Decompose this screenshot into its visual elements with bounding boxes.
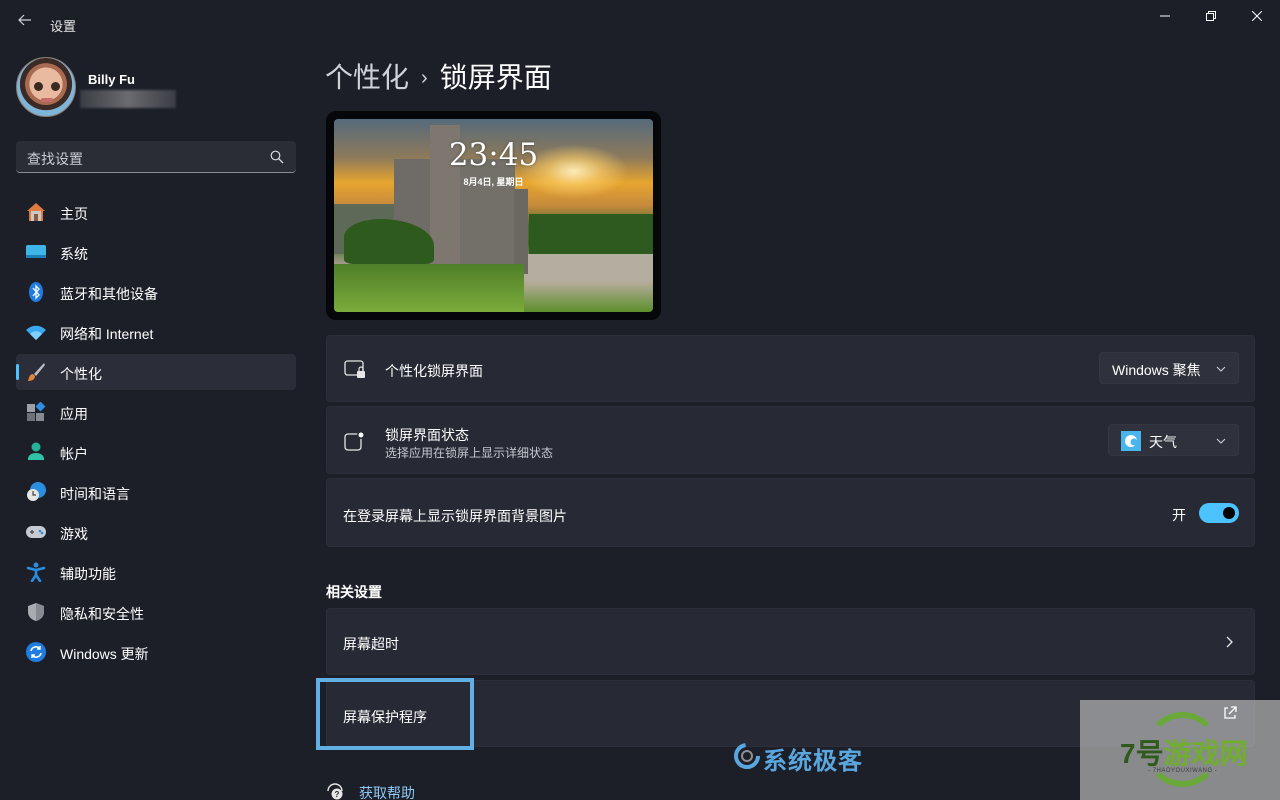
sidebar-nav: 主页 系统 蓝牙和其他设备 网络和 Internet 个性化 应用 帐户 时间和… [16,194,296,674]
lockscreen-icon [344,360,365,378]
breadcrumb-separator: › [421,67,428,89]
toggle-knob [1223,507,1235,519]
personalize-lockscreen-row: 个性化锁屏界面 Windows 聚焦 [326,335,1255,402]
help-icon: ? [327,783,343,800]
signin-background-toggle[interactable] [1199,503,1239,523]
apps-icon [27,402,46,421]
external-link-icon[interactable] [1222,705,1238,721]
preview-time: 23:45 [448,137,539,173]
screen-saver-label: 屏幕保护程序 [343,709,427,725]
chevron-down-icon [1216,366,1226,372]
system-display-icon [26,245,46,258]
breadcrumb-parent[interactable]: 个性化 [325,62,409,93]
toggle-state-label: 开 [1172,507,1186,523]
page-title: 锁屏界面 [439,62,552,93]
get-help-label: 获取帮助 [359,785,415,800]
lockscreen-status-dropdown[interactable]: 天气 [1108,424,1239,456]
sidebar-item-personalization[interactable]: 个性化 [16,354,296,390]
avatar [16,57,76,117]
sidebar-item-apps[interactable]: 应用 [16,394,296,430]
sidebar-item-home[interactable]: 主页 [16,194,296,230]
sidebar-item-privacy[interactable]: 隐私和安全性 [16,594,296,630]
windows-update-icon [26,642,46,662]
dropdown-value: Windows 聚焦 [1112,362,1201,378]
sidebar-item-bluetooth[interactable]: 蓝牙和其他设备 [16,274,296,310]
close-button[interactable] [1234,0,1280,32]
app-title: 设置 [50,19,77,34]
sidebar-item-accessibility[interactable]: 辅助功能 [16,554,296,590]
signin-background-row: 在登录屏幕上显示锁屏界面背景图片 开 [326,478,1255,547]
personalize-lockscreen-dropdown[interactable]: Windows 聚焦 [1099,352,1239,384]
time-language-icon [27,482,46,501]
status-badge-icon [344,431,365,451]
maximize-icon [1206,11,1216,21]
screen-timeout-link[interactable]: 屏幕超时 [326,608,1255,675]
dropdown-value: 天气 [1149,434,1177,450]
sidebar-item-network[interactable]: 网络和 Internet [16,314,296,350]
shield-icon [28,603,44,621]
breadcrumb: 个性化 › 锁屏界面 [325,56,552,96]
user-email-redacted [80,90,176,108]
accessibility-icon [26,562,46,582]
sidebar-item-windows-update[interactable]: Windows 更新 [16,634,296,670]
personalize-lockscreen-label: 个性化锁屏界面 [385,363,483,379]
watermark-7hao: 7号游戏网 - 7HAOYOUXIWANG - [1080,700,1280,800]
chevron-right-icon [1226,636,1233,648]
chevron-down-icon [1216,438,1226,444]
xitongjike-logo-icon [734,743,760,769]
back-button[interactable] [14,12,36,34]
account-icon [28,442,44,460]
search-icon[interactable] [270,150,284,164]
maximize-button[interactable] [1188,0,1234,32]
wifi-icon [26,325,46,340]
gamepad-icon [26,526,46,538]
close-icon [1252,11,1262,21]
signin-background-label: 在登录屏幕上显示锁屏界面背景图片 [343,508,567,524]
sidebar-item-time-language[interactable]: 时间和语言 [16,474,296,510]
bluetooth-icon [29,282,43,302]
lockscreen-preview: 23:45 8月4日, 星期日 [326,111,661,320]
lockscreen-status-row: 锁屏界面状态 选择应用在锁屏上显示详细状态 天气 [326,406,1255,474]
weather-app-icon [1121,431,1141,451]
arrow-left-icon [18,14,31,26]
svg-text:?: ? [335,790,340,799]
lockscreen-status-label: 锁屏界面状态 [385,427,469,443]
search-placeholder: 查找设置 [27,151,83,167]
title-bar: 设置 [0,0,1280,48]
minimize-icon [1160,15,1170,17]
home-icon [27,203,45,221]
lockscreen-preview-image: 23:45 8月4日, 星期日 [334,119,653,312]
sidebar-item-accounts[interactable]: 帐户 [16,434,296,470]
sidebar-item-system[interactable]: 系统 [16,234,296,270]
related-settings-heading: 相关设置 [326,584,382,600]
search-input[interactable]: 查找设置 [16,141,296,173]
lockscreen-status-description: 选择应用在锁屏上显示详细状态 [385,446,554,460]
screen-timeout-label: 屏幕超时 [343,636,399,652]
paintbrush-icon [28,363,45,381]
minimize-button[interactable] [1142,0,1188,32]
sidebar-item-gaming[interactable]: 游戏 [16,514,296,550]
user-name: Billy Fu [88,72,135,87]
preview-date: 8月4日, 星期日 [463,177,524,187]
